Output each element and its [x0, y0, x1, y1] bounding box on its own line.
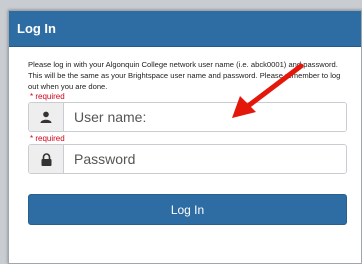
username-required-label: * required: [30, 92, 65, 101]
lock-icon: [29, 145, 64, 173]
panel-body: Please log in with your Algonquin Colleg…: [9, 47, 361, 225]
password-input-group: [28, 144, 347, 174]
username-input[interactable]: [64, 103, 346, 131]
login-button[interactable]: Log In: [28, 194, 347, 225]
login-instructions: Please log in with your Algonquin Colleg…: [28, 60, 341, 91]
user-icon: [29, 103, 64, 131]
password-required-label: * required: [30, 134, 65, 143]
password-input[interactable]: [64, 145, 346, 173]
panel-header: Log In: [9, 11, 361, 47]
panel-title: Log In: [17, 21, 56, 36]
username-input-group: [28, 102, 347, 132]
login-panel: Log In Please log in with your Algonquin…: [8, 10, 362, 264]
